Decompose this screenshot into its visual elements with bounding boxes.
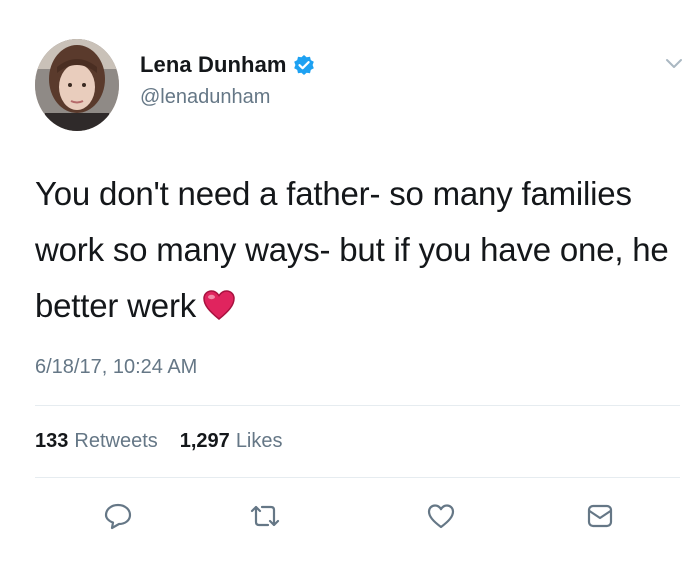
avatar[interactable] [35, 39, 119, 131]
engagement-stats: 133 Retweets 1,297 Likes [35, 430, 283, 453]
like-button[interactable] [423, 501, 459, 535]
divider [35, 405, 680, 406]
tweet-text-content: You don't need a father- so many familie… [35, 175, 669, 324]
retweet-icon [248, 503, 282, 534]
display-name[interactable]: Lena Dunham [140, 52, 287, 78]
retweets-count[interactable]: 133 [35, 430, 68, 453]
likes-count[interactable]: 1,297 [180, 430, 230, 453]
reply-icon [103, 502, 133, 535]
tweet-timestamp[interactable]: 6/18/17, 10:24 AM [35, 356, 197, 379]
like-icon [426, 502, 456, 535]
tweet-card: Lena Dunham @lenadunham You don't need a… [0, 0, 700, 581]
verified-badge-icon [293, 54, 315, 76]
retweet-button[interactable] [247, 501, 283, 535]
retweets-label[interactable]: Retweets [74, 430, 157, 453]
divider [35, 477, 680, 478]
name-row: Lena Dunham [140, 52, 315, 78]
likes-label[interactable]: Likes [236, 430, 283, 453]
direct-message-icon [586, 503, 614, 534]
chevron-down-icon[interactable] [664, 56, 684, 70]
direct-message-button[interactable] [582, 501, 618, 535]
user-handle[interactable]: @lenadunham [140, 86, 270, 109]
red-heart-emoji-icon [202, 282, 236, 320]
tweet-text: You don't need a father- so many familie… [35, 166, 675, 334]
reply-button[interactable] [100, 501, 136, 535]
